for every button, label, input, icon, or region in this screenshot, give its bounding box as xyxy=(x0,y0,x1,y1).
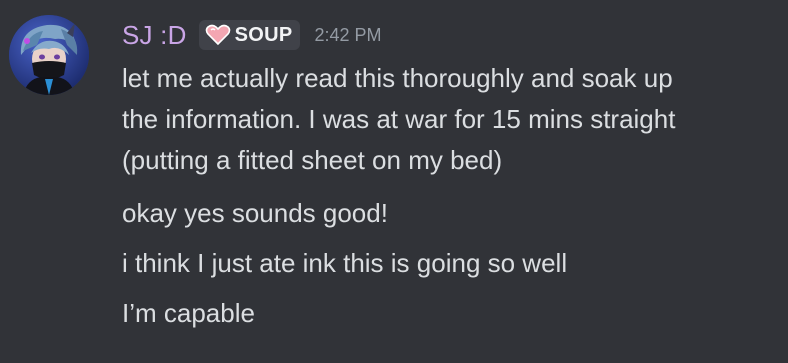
server-tag[interactable]: SOUP xyxy=(198,20,301,50)
message-content: let me actually read this thoroughly and… xyxy=(122,58,782,343)
message: let me actually read this thoroughly and… xyxy=(122,58,782,181)
message-line: (putting a fitted sheet on my bed) xyxy=(122,145,503,175)
message-group: SJ :D SOUP 2:42 PM let me actually read … xyxy=(0,0,788,363)
message: I’m capable xyxy=(122,298,255,328)
avatar-icon xyxy=(9,15,89,95)
message: i think I just ate ink this is going so … xyxy=(122,248,568,278)
message-line: the information. I was at war for 15 min… xyxy=(122,104,676,134)
message-header: SJ :D SOUP 2:42 PM xyxy=(122,14,382,56)
username[interactable]: SJ :D xyxy=(122,20,187,51)
timestamp[interactable]: 2:42 PM xyxy=(314,25,381,46)
heart-icon xyxy=(205,24,231,46)
server-tag-label: SOUP xyxy=(234,23,293,46)
message: okay yes sounds good! xyxy=(122,198,388,228)
avatar[interactable] xyxy=(9,15,89,95)
message-line: let me actually read this thoroughly and… xyxy=(122,63,673,93)
